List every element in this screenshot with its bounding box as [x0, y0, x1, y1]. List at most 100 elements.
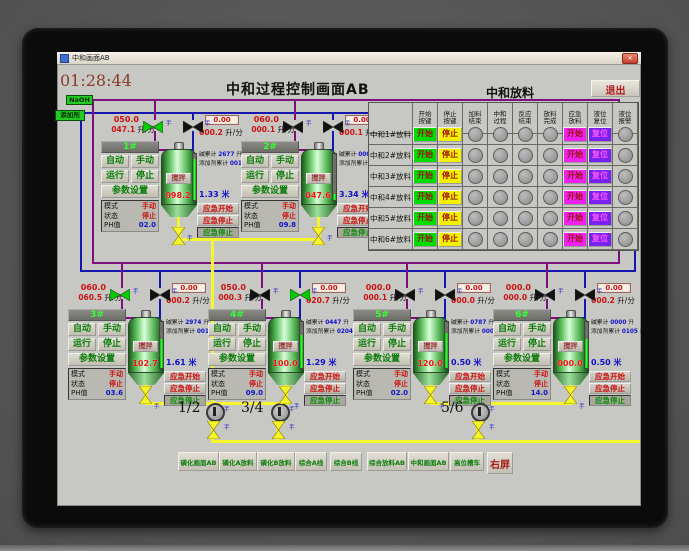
- table-cell: [538, 187, 563, 208]
- status-lamp: [467, 210, 483, 226]
- emergency-stop-button[interactable]: 应急停止: [449, 383, 491, 394]
- nav-button-3[interactable]: 磺化B放料: [257, 452, 295, 471]
- emergency-stop-button[interactable]: 应急停止: [197, 215, 239, 226]
- row-start-button[interactable]: 开始: [413, 210, 437, 226]
- row-start-button[interactable]: 开始: [413, 231, 437, 247]
- tank-outlet-cone: [268, 373, 304, 385]
- row-stop-button[interactable]: 停止: [438, 231, 462, 247]
- auto-button[interactable]: 自动: [493, 323, 521, 336]
- row-emergency-button[interactable]: 开始: [563, 126, 587, 142]
- table-cell: [488, 166, 513, 187]
- stop-button[interactable]: 停止: [271, 170, 299, 183]
- row-reset-button[interactable]: 复位: [588, 168, 612, 184]
- status-lamp: [492, 210, 508, 226]
- table-row-label: 中和4#放料: [369, 187, 413, 208]
- row-start-button[interactable]: 开始: [413, 189, 437, 205]
- params-button[interactable]: 参数设置: [68, 353, 126, 366]
- params-button[interactable]: 参数设置: [353, 353, 411, 366]
- manual-valve-tag: 手: [154, 404, 160, 410]
- nav-button-5[interactable]: 综合B线: [330, 452, 362, 471]
- auto-button[interactable]: 自动: [68, 323, 96, 336]
- row-emergency-button[interactable]: 开始: [563, 210, 587, 226]
- table-row-label: 中和5#放料: [369, 208, 413, 229]
- params-button[interactable]: 参数设置: [241, 185, 299, 198]
- mixer-button[interactable]: 搅拌: [133, 341, 158, 352]
- stop-button[interactable]: 停止: [98, 338, 126, 351]
- nav-button-7[interactable]: 中和画面AB: [408, 452, 449, 471]
- run-button[interactable]: 运行: [241, 170, 269, 183]
- auto-button[interactable]: 自动: [353, 323, 381, 336]
- row-start-button[interactable]: 开始: [413, 126, 437, 142]
- auto-button[interactable]: 自动: [208, 323, 236, 336]
- nav-button-9[interactable]: 右屏: [487, 452, 513, 474]
- nav-button-2[interactable]: 磺化A放料: [219, 452, 257, 471]
- auto-button[interactable]: 自动: [101, 155, 129, 168]
- mixer-button[interactable]: 搅拌: [306, 173, 331, 184]
- naoh-valve-icon: [283, 121, 303, 133]
- nav-button-6[interactable]: 综合放料AB: [367, 452, 407, 471]
- nav-button-1[interactable]: 磺化画面AB: [178, 452, 219, 471]
- row-stop-button[interactable]: 停止: [438, 210, 462, 226]
- params-button[interactable]: 参数设置: [208, 353, 266, 366]
- manual-button[interactable]: 手动: [131, 155, 159, 168]
- nav-button-8[interactable]: 高位槽车: [450, 452, 484, 471]
- run-button[interactable]: 运行: [353, 338, 381, 351]
- emergency-start-button[interactable]: 应急开始: [164, 371, 206, 382]
- emergency-stop-button[interactable]: 应急停止: [164, 383, 206, 394]
- tank-id-header: 4#: [208, 309, 266, 321]
- row-start-button[interactable]: 开始: [413, 168, 437, 184]
- manual-button[interactable]: 手动: [98, 323, 126, 336]
- manual-button[interactable]: 手动: [271, 155, 299, 168]
- row-emergency-button[interactable]: 开始: [563, 231, 587, 247]
- table-cell: [488, 145, 513, 166]
- emergency-start-button[interactable]: 应急开始: [449, 371, 491, 382]
- row-stop-button[interactable]: 停止: [438, 168, 462, 184]
- stop-button[interactable]: 停止: [238, 338, 266, 351]
- stop-button[interactable]: 停止: [131, 170, 159, 183]
- mixer-button[interactable]: 搅拌: [558, 341, 583, 352]
- emergency-stop-button[interactable]: 应急停止: [304, 383, 346, 394]
- row-emergency-button[interactable]: 开始: [563, 147, 587, 163]
- manual-valve-tag: 手: [224, 407, 230, 413]
- row-start-button[interactable]: 开始: [413, 147, 437, 163]
- run-button[interactable]: 运行: [68, 338, 96, 351]
- mixer-button[interactable]: 搅拌: [166, 173, 191, 184]
- manual-button[interactable]: 手动: [523, 323, 551, 336]
- mixer-button[interactable]: 搅拌: [418, 341, 443, 352]
- nav-button-4[interactable]: 综合A线: [295, 452, 327, 471]
- emergency-start-button[interactable]: 应急开始: [197, 203, 239, 214]
- row-stop-button[interactable]: 停止: [438, 126, 462, 142]
- manual-button[interactable]: 手动: [383, 323, 411, 336]
- emergency-start-button[interactable]: 应急开始: [589, 371, 631, 382]
- params-button[interactable]: 参数设置: [493, 353, 551, 366]
- row-emergency-button[interactable]: 开始: [563, 189, 587, 205]
- stop-button[interactable]: 停止: [523, 338, 551, 351]
- state-value: 停止: [282, 211, 296, 220]
- table-cell: 开始: [563, 145, 588, 166]
- table-cell: [513, 229, 538, 250]
- status-lamp: [542, 231, 558, 247]
- row-reset-button[interactable]: 复位: [588, 189, 612, 205]
- emergency-stop-button[interactable]: 应急停止: [589, 383, 631, 394]
- auto-button[interactable]: 自动: [241, 155, 269, 168]
- row-stop-button[interactable]: 停止: [438, 189, 462, 205]
- table-cell: [513, 124, 538, 145]
- row-reset-button[interactable]: 复位: [588, 231, 612, 247]
- row-stop-button[interactable]: 停止: [438, 147, 462, 163]
- stop-button[interactable]: 停止: [383, 338, 411, 351]
- mixer-button[interactable]: 搅拌: [273, 341, 298, 352]
- emergency-start-button[interactable]: 应急开始: [304, 371, 346, 382]
- close-icon[interactable]: ✕: [622, 52, 638, 64]
- row-reset-button[interactable]: 复位: [588, 126, 612, 142]
- row-reset-button[interactable]: 复位: [588, 210, 612, 226]
- params-button[interactable]: 参数设置: [101, 185, 159, 198]
- run-button[interactable]: 运行: [493, 338, 521, 351]
- level-bar-fill: [160, 339, 163, 368]
- run-button[interactable]: 运行: [208, 338, 236, 351]
- manual-button[interactable]: 手动: [238, 323, 266, 336]
- status-label: PH值: [211, 389, 228, 397]
- row-reset-button[interactable]: 复位: [588, 147, 612, 163]
- exit-button[interactable]: 退出: [591, 80, 640, 97]
- row-emergency-button[interactable]: 开始: [563, 168, 587, 184]
- run-button[interactable]: 运行: [101, 170, 129, 183]
